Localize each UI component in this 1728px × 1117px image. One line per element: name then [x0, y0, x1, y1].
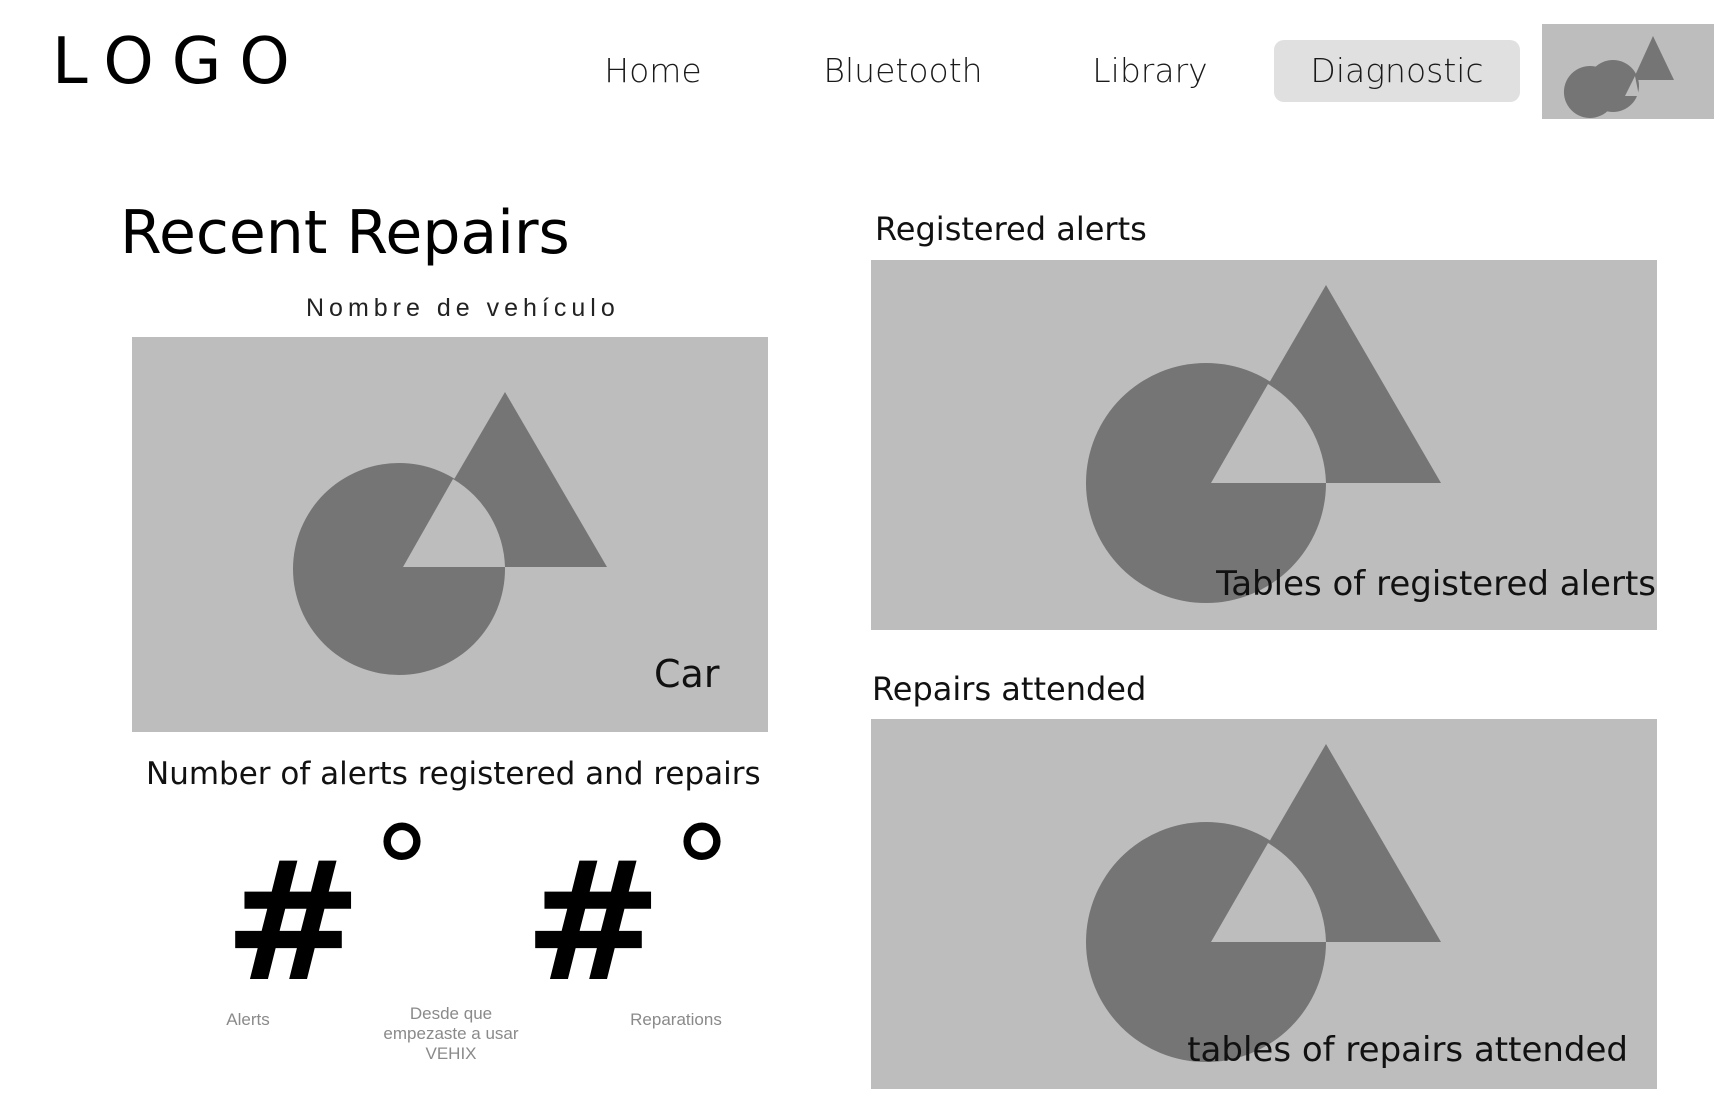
- logo[interactable]: LOGO: [52, 30, 308, 94]
- nav-home[interactable]: Home: [578, 40, 728, 102]
- alerts-degree-mark: °: [372, 802, 432, 941]
- registered-alerts-table-label: Tables of registered alerts: [1216, 564, 1656, 604]
- nav-library[interactable]: Library: [1080, 40, 1220, 102]
- page-title: Recent Repairs: [120, 198, 570, 268]
- car-label: Car: [654, 652, 720, 696]
- alerts-caption: Alerts: [226, 1010, 270, 1029]
- counts-title: Number of alerts registered and repairs: [146, 756, 761, 792]
- repairs-attended-table-label: tables of repairs attended: [1187, 1030, 1628, 1070]
- since-caption: Desde que empezaste a usar VEHIX: [383, 1004, 519, 1063]
- nav-diagnostic[interactable]: Diagnostic: [1274, 40, 1520, 102]
- repairs-degree-mark: °: [672, 802, 732, 941]
- nav-bluetooth[interactable]: Bluetooth: [808, 40, 998, 102]
- vehicle-name: Nombre de vehículo: [306, 294, 620, 322]
- repairs-attended-title: Repairs attended: [872, 670, 1147, 708]
- repairs-caption: Reparations: [630, 1010, 722, 1029]
- alerts-count: #: [224, 826, 363, 1018]
- image-placeholder-icon: [1563, 36, 1674, 118]
- avatar[interactable]: [1542, 24, 1714, 119]
- registered-alerts-title: Registered alerts: [875, 210, 1147, 248]
- repairs-count: #: [524, 826, 663, 1018]
